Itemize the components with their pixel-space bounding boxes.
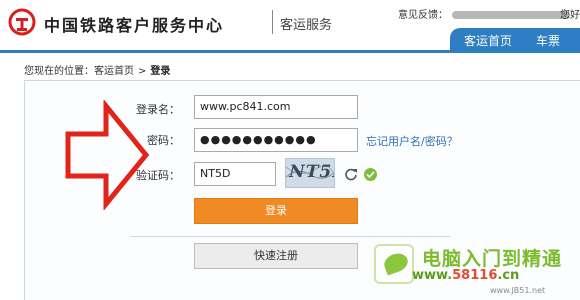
watermark-url-prefix: www. xyxy=(412,268,453,283)
breadcrumb: 您现在的位置：客运首页 > 登录 xyxy=(24,62,170,77)
nav-item-tickets[interactable]: 车票 xyxy=(536,32,560,49)
watermark-title: 电脑入门到精通 xyxy=(422,248,563,270)
feedback-redacted xyxy=(452,11,570,19)
form-divider xyxy=(130,236,450,237)
login-button[interactable]: 登录 xyxy=(194,198,358,224)
refresh-icon[interactable] xyxy=(344,167,358,181)
forgot-password-link[interactable]: 忘记用户名/密码？ xyxy=(366,133,458,149)
captcha-image-text: NT5D xyxy=(286,162,335,182)
breadcrumb-home-link[interactable]: 客运首页 xyxy=(94,66,134,77)
captcha-image[interactable]: NT5D xyxy=(285,158,335,188)
password-label: 密码： xyxy=(147,134,180,147)
watermark-url-suffix: .cn xyxy=(497,268,520,283)
password-input[interactable]: ●●●●●●●●●●● xyxy=(194,128,358,152)
captcha-label: 验证码： xyxy=(136,169,180,182)
username-label: 登录名： xyxy=(136,103,180,116)
navbar: 客运首页 车票 xyxy=(0,28,580,50)
register-button[interactable]: 快速注册 xyxy=(194,243,358,269)
greeting-text: 您好 xyxy=(560,10,580,21)
breadcrumb-current: 登录 xyxy=(150,66,171,77)
nav-tabs: 客运首页 车票 xyxy=(450,28,580,50)
header-line xyxy=(0,50,580,53)
feedback-link[interactable]: 意见反馈： xyxy=(398,6,570,21)
header: 中国铁路客户服务中心 客运服务 意见反馈： 您好 客运首页 车票 xyxy=(0,0,580,53)
watermark-url: www.58116.cn xyxy=(412,268,519,283)
watermark-url-accent: 58116 xyxy=(452,268,498,283)
feedback-label: 意见反馈： xyxy=(398,10,448,21)
check-icon xyxy=(364,168,377,181)
breadcrumb-separator: > xyxy=(138,66,147,77)
nav-item-home[interactable]: 客运首页 xyxy=(464,32,512,49)
username-input[interactable]: www.pc841.com xyxy=(194,95,358,119)
breadcrumb-prefix: 您现在的位置： xyxy=(24,66,94,77)
captcha-input[interactable]: NT5D xyxy=(194,162,276,186)
watermark-url-secondary: www.JB51.net xyxy=(490,286,546,295)
